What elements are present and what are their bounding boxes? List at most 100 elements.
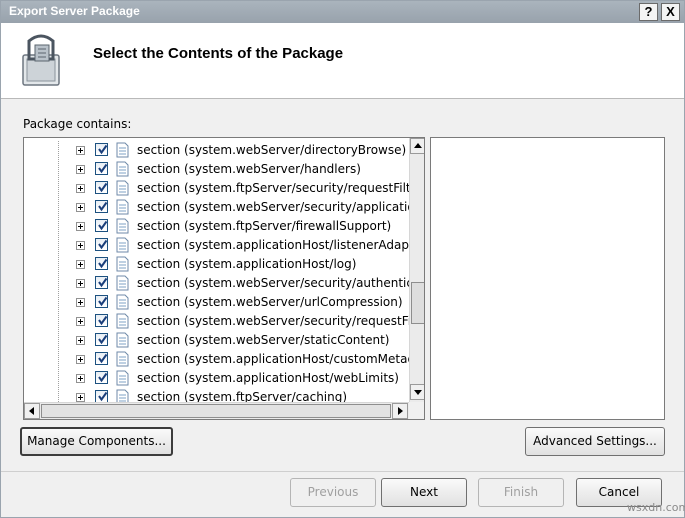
section-document-icon <box>116 142 129 158</box>
checkmark-icon <box>98 315 108 326</box>
checkmark-icon <box>98 239 108 250</box>
item-checkbox[interactable] <box>95 371 108 384</box>
tree-item-label: section (system.applicationHost/log) <box>137 257 357 271</box>
tree-item[interactable]: section (system.webServer/directoryBrows… <box>24 141 409 160</box>
tree-item-label: section (system.webServer/handlers) <box>137 162 361 176</box>
tree-item[interactable]: section (system.webServer/security/appli… <box>24 198 409 217</box>
tree-item[interactable]: section (system.ftpServer/security/reque… <box>24 179 409 198</box>
window-title: Export Server Package <box>9 4 140 18</box>
page-title: Select the Contents of the Package <box>93 45 344 62</box>
checkmark-icon <box>98 372 108 383</box>
section-document-icon <box>116 161 129 177</box>
expand-icon[interactable] <box>76 298 85 307</box>
item-checkbox[interactable] <box>95 352 108 365</box>
checkmark-icon <box>98 144 108 155</box>
package-icon <box>22 34 60 86</box>
item-checkbox[interactable] <box>95 181 108 194</box>
help-button[interactable]: ? <box>639 3 658 21</box>
tree-item[interactable]: section (system.webServer/security/authe… <box>24 274 409 293</box>
expand-icon[interactable] <box>76 317 85 326</box>
section-document-icon <box>116 218 129 234</box>
expand-icon[interactable] <box>76 184 85 193</box>
expand-icon[interactable] <box>76 374 85 383</box>
tree-item-label: section (system.applicationHost/webLimit… <box>137 371 399 385</box>
expand-icon[interactable] <box>76 355 85 364</box>
tree-item[interactable]: section (system.applicationHost/customMe… <box>24 350 409 369</box>
section-document-icon <box>116 275 129 291</box>
checkmark-icon <box>98 391 108 402</box>
advanced-settings-button[interactable]: Advanced Settings... <box>525 427 665 456</box>
checkmark-icon <box>98 277 108 288</box>
scroll-right-button[interactable] <box>392 403 408 419</box>
tree-item-label: section (system.webServer/security/appli… <box>137 200 409 214</box>
previous-button[interactable]: Previous <box>290 478 376 507</box>
section-document-icon <box>116 199 129 215</box>
scroll-down-button[interactable] <box>410 384 424 400</box>
horizontal-scroll-thumb[interactable] <box>41 404 391 418</box>
section-document-icon <box>116 389 129 402</box>
tree-item[interactable]: section (system.webServer/urlCompression… <box>24 293 409 312</box>
manage-components-button[interactable]: Manage Components... <box>20 427 173 456</box>
tree-item[interactable]: section (system.ftpServer/firewallSuppor… <box>24 217 409 236</box>
section-document-icon <box>116 237 129 253</box>
vertical-scroll-thumb[interactable] <box>411 282 424 324</box>
section-document-icon <box>116 332 129 348</box>
expand-icon[interactable] <box>76 203 85 212</box>
tree-item[interactable]: section (system.applicationHost/listener… <box>24 236 409 255</box>
tree-item[interactable]: section (system.webServer/staticContent) <box>24 331 409 350</box>
tree-item-label: section (system.ftpServer/security/reque… <box>137 181 409 195</box>
expand-icon[interactable] <box>76 241 85 250</box>
checkmark-icon <box>98 353 108 364</box>
checkmark-icon <box>98 201 108 212</box>
expand-icon[interactable] <box>76 336 85 345</box>
tree-item-label: section (system.webServer/staticContent) <box>137 333 390 347</box>
arrow-left-icon <box>29 407 34 415</box>
vertical-scrollbar[interactable] <box>409 138 424 402</box>
section-document-icon <box>116 294 129 310</box>
item-checkbox[interactable] <box>95 276 108 289</box>
checkmark-icon <box>98 258 108 269</box>
scrollbar-corner <box>409 402 424 419</box>
finish-button[interactable]: Finish <box>478 478 564 507</box>
next-button[interactable]: Next <box>381 478 467 507</box>
item-checkbox[interactable] <box>95 257 108 270</box>
tree-rows: section (system.webServer/directoryBrows… <box>24 141 409 402</box>
expand-icon[interactable] <box>76 222 85 231</box>
item-checkbox[interactable] <box>95 390 108 402</box>
tree-item[interactable]: section (system.webServer/handlers) <box>24 160 409 179</box>
expand-icon[interactable] <box>76 279 85 288</box>
expand-icon[interactable] <box>76 393 85 402</box>
expand-icon[interactable] <box>76 146 85 155</box>
expand-icon[interactable] <box>76 165 85 174</box>
horizontal-scrollbar[interactable] <box>24 402 409 419</box>
item-checkbox[interactable] <box>95 238 108 251</box>
item-checkbox[interactable] <box>95 143 108 156</box>
tree-item[interactable]: section (system.applicationHost/log) <box>24 255 409 274</box>
tree-item-label: section (system.webServer/urlCompression… <box>137 295 403 309</box>
item-checkbox[interactable] <box>95 219 108 232</box>
item-checkbox[interactable] <box>95 162 108 175</box>
close-button[interactable]: X <box>661 3 680 21</box>
footer-divider <box>1 471 684 472</box>
item-checkbox[interactable] <box>95 333 108 346</box>
tree-item-label: section (system.webServer/directoryBrows… <box>137 143 407 157</box>
package-tree[interactable]: section (system.webServer/directoryBrows… <box>23 137 425 420</box>
scroll-up-button[interactable] <box>410 138 424 154</box>
tree-item[interactable]: section (system.webServer/security/reque… <box>24 312 409 331</box>
expand-icon[interactable] <box>76 260 85 269</box>
tree-item[interactable]: section (system.applicationHost/webLimit… <box>24 369 409 388</box>
tree-item-label: section (system.ftpServer/firewallSuppor… <box>137 219 392 233</box>
item-checkbox[interactable] <box>95 295 108 308</box>
arrow-down-icon <box>414 390 422 395</box>
scroll-left-button[interactable] <box>24 403 40 419</box>
checkmark-icon <box>98 296 108 307</box>
section-document-icon <box>116 180 129 196</box>
tree-item-label: section (system.webServer/security/authe… <box>137 276 409 290</box>
tree-item[interactable]: section (system.ftpServer/caching) <box>24 388 409 402</box>
item-checkbox[interactable] <box>95 314 108 327</box>
detail-pane <box>430 137 665 420</box>
dialog-header: Select the Contents of the Package <box>1 23 684 99</box>
item-checkbox[interactable] <box>95 200 108 213</box>
title-bar[interactable]: Export Server Package ? X <box>1 1 684 23</box>
section-document-icon <box>116 370 129 386</box>
